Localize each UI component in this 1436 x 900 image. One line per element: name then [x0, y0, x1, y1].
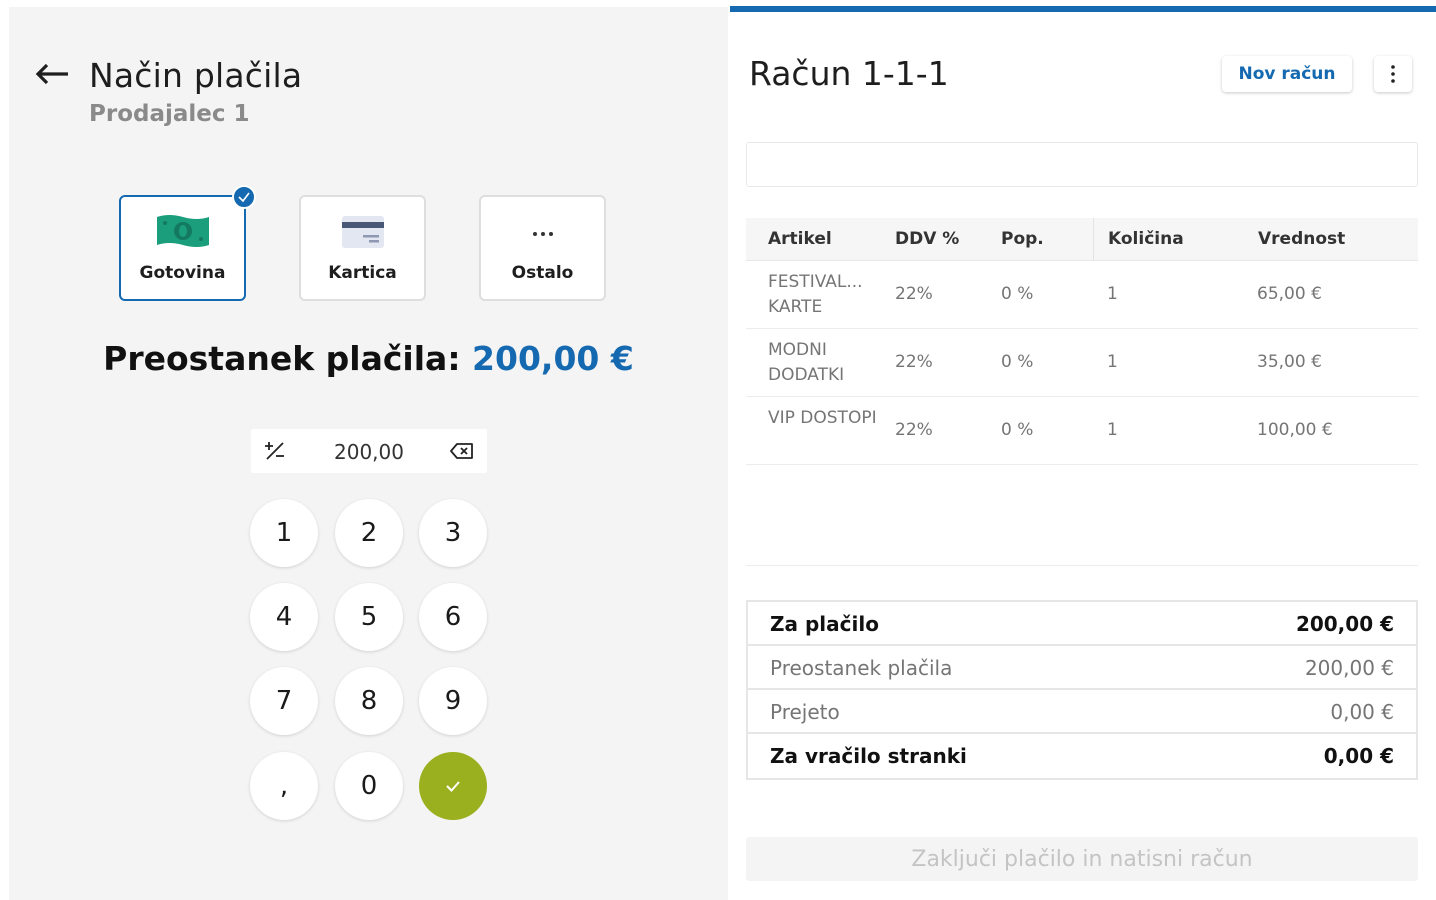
method-label: Gotovina — [139, 263, 226, 283]
keypad-key-9[interactable]: 9 — [419, 667, 487, 735]
checkmark-icon — [446, 781, 460, 792]
keypad-key-2[interactable]: 2 — [335, 499, 403, 567]
item-quantity: 1 — [1107, 352, 1118, 372]
payment-summary: Za plačilo 200,00 € Preostanek plačila 2… — [746, 600, 1418, 780]
table-row[interactable]: FESTIVAL... KARTE 22% 0 % 1 65,00 € — [746, 261, 1418, 329]
accent-bar — [730, 6, 1436, 12]
receipt-items-table: Artikel DDV % Pop. Količina Vrednost FES… — [746, 218, 1418, 465]
column-header-item: Artikel — [768, 229, 832, 249]
column-header-vat: DDV % — [895, 229, 960, 249]
method-label: Kartica — [328, 263, 397, 283]
selected-check-icon — [232, 185, 256, 209]
divider — [746, 565, 1418, 566]
backspace-icon[interactable] — [449, 439, 475, 463]
table-row[interactable]: VIP DOSTOPI 22% 0 % 1 100,00 € — [746, 397, 1418, 465]
finish-and-print-button[interactable]: Zaključi plačilo in natisni račun — [746, 837, 1418, 881]
payment-panel: Način plačila Prodajalec 1 Gotovina Kart… — [9, 7, 728, 900]
back-arrow-icon[interactable] — [35, 63, 71, 85]
more-options-button[interactable] — [1374, 56, 1412, 92]
more-vertical-icon — [1391, 65, 1395, 83]
keypad-key-4[interactable]: 4 — [250, 583, 318, 651]
item-discount: 0 % — [1001, 420, 1034, 440]
summary-value: 200,00 € — [1304, 656, 1394, 680]
summary-row-received: Prejeto 0,00 € — [748, 690, 1416, 734]
column-divider — [1093, 218, 1094, 261]
keypad-key-1[interactable]: 1 — [250, 499, 318, 567]
more-horizontal-icon — [531, 223, 555, 242]
table-row[interactable]: MODNI DODATKI 22% 0 % 1 35,00 € — [746, 329, 1418, 397]
amount-value: 200,00 — [334, 440, 404, 464]
receipt-panel: Račun 1-1-1 Nov račun Artikel DDV % Pop.… — [728, 0, 1436, 900]
item-value: 35,00 € — [1257, 352, 1322, 372]
cash-icon — [155, 211, 211, 255]
column-header-value: Vrednost — [1258, 229, 1346, 249]
remaining-label: Preostanek plačila: — [103, 339, 461, 378]
table-header: Artikel DDV % Pop. Količina Vrednost — [746, 218, 1418, 261]
item-value: 65,00 € — [1257, 284, 1322, 304]
method-other[interactable]: Ostalo — [479, 195, 606, 301]
amount-input[interactable]: 200,00 — [251, 429, 487, 473]
plus-minus-icon[interactable] — [263, 439, 287, 463]
column-header-quantity: Količina — [1108, 229, 1184, 249]
keypad-key-0[interactable]: 0 — [335, 752, 403, 820]
summary-row-to-pay: Za plačilo 200,00 € — [748, 602, 1416, 646]
keypad-key-5[interactable]: 5 — [335, 583, 403, 651]
method-card[interactable]: Kartica — [299, 195, 426, 301]
summary-label: Za plačilo — [770, 612, 879, 636]
summary-row-change: Za vračilo stranki 0,00 € — [748, 734, 1416, 778]
summary-value: 0,00 € — [1323, 744, 1394, 768]
page-title: Način plačila — [89, 56, 303, 95]
item-discount: 0 % — [1001, 352, 1034, 372]
keypad-key-6[interactable]: 6 — [419, 583, 487, 651]
summary-value: 0,00 € — [1330, 700, 1394, 724]
summary-label: Za vračilo stranki — [770, 744, 967, 768]
card-icon — [341, 215, 385, 253]
item-name: VIP DOSTOPI — [768, 408, 877, 428]
column-header-discount: Pop. — [1001, 229, 1044, 249]
remaining-amount: 200,00 € — [472, 339, 634, 378]
page-subtitle: Prodajalec 1 — [89, 101, 250, 127]
new-receipt-button[interactable]: Nov račun — [1222, 56, 1352, 92]
item-name: FESTIVAL... KARTE — [768, 272, 863, 317]
item-value: 100,00 € — [1257, 420, 1333, 440]
receipt-title: Račun 1-1-1 — [749, 54, 949, 93]
keypad-confirm-button[interactable] — [419, 752, 487, 820]
item-discount: 0 % — [1001, 284, 1034, 304]
item-quantity: 1 — [1107, 420, 1118, 440]
summary-label: Prejeto — [770, 700, 840, 724]
item-vat: 22% — [895, 284, 933, 304]
item-vat: 22% — [895, 352, 933, 372]
keypad-key-8[interactable]: 8 — [335, 667, 403, 735]
item-vat: 22% — [895, 420, 933, 440]
keypad-key-3[interactable]: 3 — [419, 499, 487, 567]
summary-value: 200,00 € — [1295, 612, 1394, 636]
item-quantity: 1 — [1107, 284, 1118, 304]
item-name: MODNI DODATKI — [768, 340, 845, 385]
keypad-key-comma[interactable]: , — [250, 752, 318, 820]
remaining-payment: Preostanek plačila: 200,00 € — [9, 339, 728, 378]
summary-label: Preostanek plačila — [770, 656, 953, 680]
method-cash[interactable]: Gotovina — [119, 185, 256, 301]
keypad-key-7[interactable]: 7 — [250, 667, 318, 735]
summary-row-remaining: Preostanek plačila 200,00 € — [748, 646, 1416, 690]
receipt-search-input[interactable] — [746, 142, 1418, 187]
method-label: Ostalo — [511, 263, 574, 283]
